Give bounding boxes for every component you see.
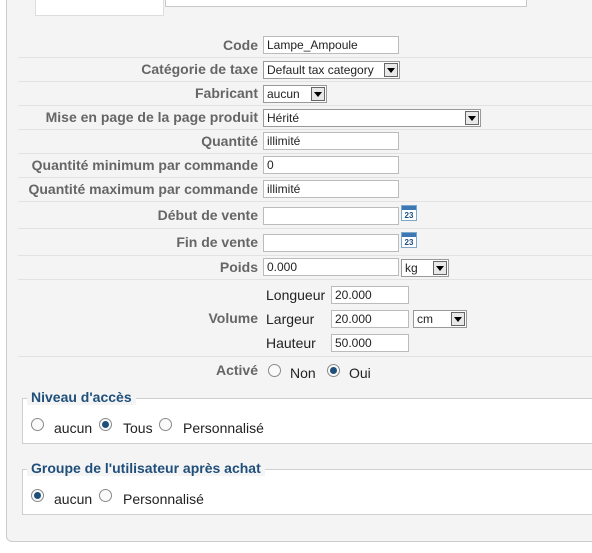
sale-end-label: Fin de vente [176,234,258,250]
row-volume: Volume Longueur 20.000 Largeur 20.000 cm… [18,280,592,357]
access-all-label: Tous [123,420,153,436]
width-label: Largeur [266,311,315,327]
weight-unit-select[interactable]: kg [401,259,449,277]
active-no-radio[interactable] [268,364,281,377]
row-min-quantity: Quantité minimum par commande 0 [18,154,592,178]
access-custom-radio[interactable] [159,418,172,431]
calendar-icon[interactable]: 23 [401,205,417,221]
layout-label: Mise en page de la page produit [45,109,258,125]
tax-category-label: Catégorie de taxe [141,61,258,77]
access-all-radio[interactable] [99,418,112,431]
volume-unit-value: cm [417,312,433,326]
manufacturer-select[interactable]: aucun [263,85,327,103]
image-thumbnail-area [35,0,164,16]
active-yes-radio[interactable] [327,364,340,377]
chevron-down-icon [465,111,479,125]
min-quantity-label: Quantité minimum par commande [31,157,258,173]
calendar-icon[interactable]: 23 [401,232,417,248]
active-label: Activé [215,362,258,378]
row-tax-category: Catégorie de taxe Default tax category [18,58,592,82]
chevron-down-icon [311,87,325,101]
chevron-down-icon [433,261,447,275]
row-manufacturer: Fabricant aucun [18,82,592,106]
row-code: Code Lampe_Ampoule [18,34,592,58]
code-input[interactable]: Lampe_Ampoule [263,36,399,54]
row-sale-end: Fin de vente 23 [18,229,592,256]
quantity-label: Quantité [201,133,258,149]
quantity-input[interactable]: illimité [263,132,399,150]
group-custom-label: Personnalisé [123,491,204,507]
row-max-quantity: Quantité maximum par commande illimité [18,178,592,202]
chevron-down-icon [451,312,465,326]
length-label: Longueur [266,287,326,303]
height-input[interactable]: 50.000 [331,334,409,352]
access-none-radio[interactable] [31,418,44,431]
layout-select[interactable]: Hérité [263,109,481,127]
chevron-down-icon [384,63,398,77]
sale-end-input[interactable] [263,234,399,252]
active-no-label: Non [290,365,316,381]
row-quantity: Quantité illimité [18,130,592,154]
active-yes-label: Oui [349,365,371,381]
min-quantity-input[interactable]: 0 [263,156,399,174]
layout-value: Hérité [267,111,300,125]
row-weight: Poids 0.000 kg [18,256,592,280]
tax-category-select[interactable]: Default tax category [263,61,400,79]
sale-start-input[interactable] [263,207,399,225]
code-label: Code [223,37,258,53]
height-label: Hauteur [266,335,316,351]
user-group-legend: Groupe de l'utilisateur après achat [27,460,265,476]
row-sale-start: Début de vente 23 [18,202,592,229]
row-layout: Mise en page de la page produit Hérité [18,106,592,130]
width-input[interactable]: 20.000 [331,310,409,328]
weight-input[interactable]: 0.000 [263,258,399,276]
weight-label: Poids [219,259,258,275]
description-field[interactable]: ... [165,0,527,7]
max-quantity-label: Quantité maximum par commande [28,181,258,197]
length-input[interactable]: 20.000 [331,286,409,304]
group-none-radio[interactable] [31,489,44,502]
group-none-label: aucun [54,491,93,507]
group-custom-radio[interactable] [99,489,112,502]
weight-unit-value: kg [405,261,418,275]
volume-unit-select[interactable]: cm [413,310,467,328]
manufacturer-label: Fabricant [194,85,258,101]
access-none-label: aucun [54,420,93,436]
tax-category-value: Default tax category [267,63,374,77]
row-active: Activé Non Oui [18,357,592,383]
sale-start-label: Début de vente [157,207,258,223]
access-custom-label: Personnalisé [183,420,264,436]
volume-label: Volume [208,310,258,326]
ellipsis-text: ... [511,0,520,3]
manufacturer-value: aucun [267,87,300,101]
max-quantity-input[interactable]: illimité [263,180,399,198]
access-level-legend: Niveau d'accès [27,389,136,405]
